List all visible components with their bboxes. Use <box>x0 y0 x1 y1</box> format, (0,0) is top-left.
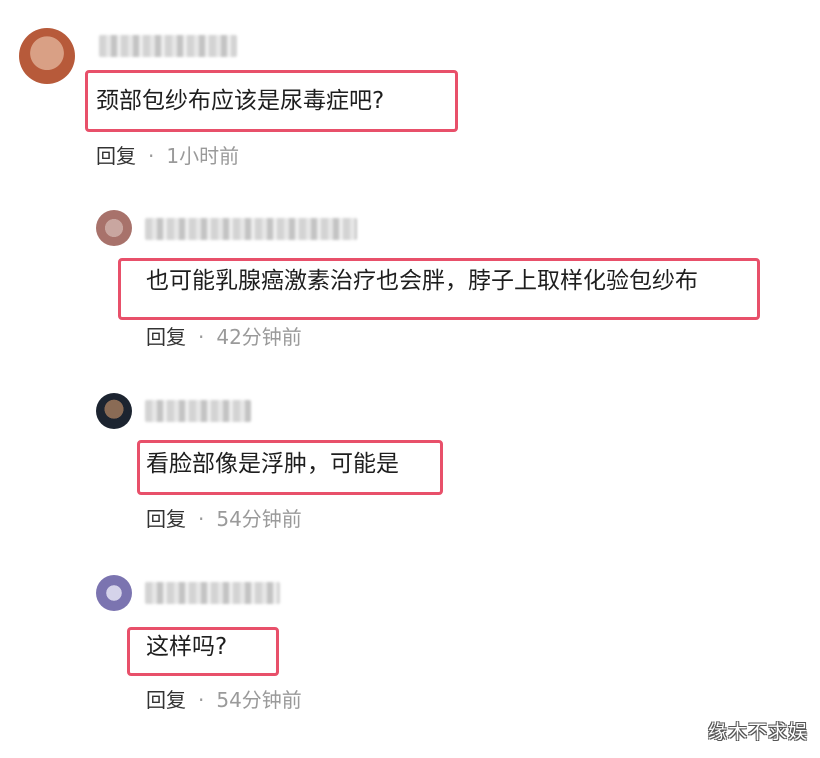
username-blurred[interactable] <box>145 218 357 240</box>
comment-time: 42分钟前 <box>216 325 302 349</box>
avatar[interactable] <box>96 575 132 611</box>
comment-meta: 回复 · 42分钟前 <box>146 324 302 350</box>
avatar[interactable] <box>96 210 132 246</box>
reply-button[interactable]: 回复 <box>96 144 136 168</box>
avatar[interactable] <box>96 393 132 429</box>
comment-text: 也可能乳腺癌激素治疗也会胖，脖子上取样化验包纱布 <box>146 268 698 294</box>
username-blurred[interactable] <box>145 582 280 604</box>
reply-button[interactable]: 回复 <box>146 507 186 531</box>
comment-meta: 回复 · 54分钟前 <box>146 687 302 713</box>
avatar[interactable] <box>19 28 75 84</box>
comment-text: 这样吗? <box>146 634 228 660</box>
separator-dot: · <box>148 144 155 168</box>
username-blurred[interactable] <box>145 400 251 422</box>
separator-dot: · <box>198 325 205 349</box>
comment-time: 54分钟前 <box>216 507 302 531</box>
watermark: 缘木不求娱 <box>707 721 808 743</box>
comment-meta: 回复 · 1小时前 <box>96 143 239 169</box>
reply-button[interactable]: 回复 <box>146 325 186 349</box>
comment-time: 1小时前 <box>166 144 240 168</box>
comment-meta: 回复 · 54分钟前 <box>146 506 302 532</box>
comment-text: 颈部包纱布应该是尿毒症吧? <box>96 88 385 114</box>
separator-dot: · <box>198 688 205 712</box>
separator-dot: · <box>198 507 205 531</box>
reply-button[interactable]: 回复 <box>146 688 186 712</box>
username-blurred[interactable] <box>99 35 237 57</box>
comment-text: 看脸部像是浮肿，可能是 <box>146 451 399 477</box>
comment-time: 54分钟前 <box>216 688 302 712</box>
